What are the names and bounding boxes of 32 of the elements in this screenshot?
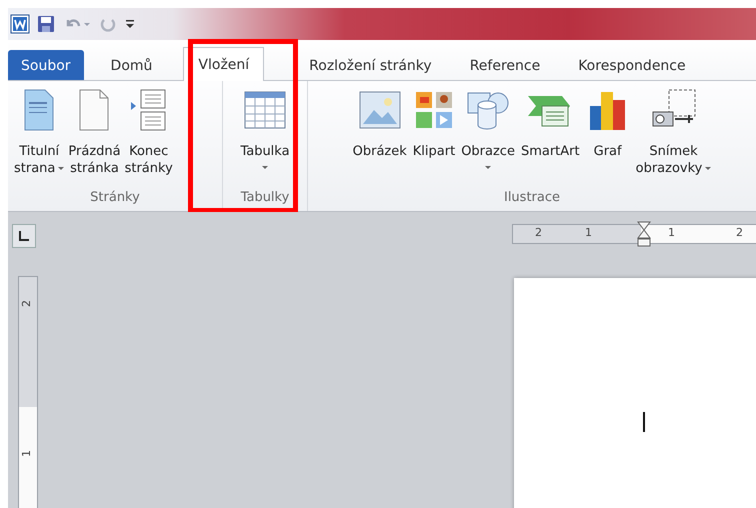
ribbon-tab[interactable]: Domů bbox=[94, 50, 170, 80]
ruler-number: 1 bbox=[20, 450, 33, 457]
tab-selector-icon[interactable] bbox=[12, 224, 36, 248]
ribbon-command[interactable]: Konec stránky bbox=[124, 87, 173, 190]
ribbon-command[interactable]: Obrazce bbox=[458, 87, 518, 190]
ruler-number: 1 bbox=[668, 226, 675, 239]
ribbon-tab[interactable]: Rozložení stránky bbox=[304, 50, 446, 80]
ribbon-command[interactable]: Klipart bbox=[410, 87, 458, 190]
cover-page-icon bbox=[22, 87, 56, 133]
ruler-number: 2 bbox=[535, 226, 542, 239]
ribbon-tab[interactable]: Soubor bbox=[8, 50, 84, 80]
ribbon-command[interactable]: Tabulka bbox=[238, 87, 292, 190]
ribbon-command[interactable]: Titulní strana bbox=[14, 87, 64, 190]
ruler-number: 2 bbox=[20, 300, 33, 307]
ribbon-command[interactable]: SmartArt bbox=[518, 87, 583, 190]
word-logo-icon[interactable] bbox=[10, 14, 30, 34]
group-label: Stránky bbox=[90, 190, 140, 207]
ribbon-command[interactable]: Graf bbox=[582, 87, 633, 190]
ribbon-tab[interactable]: Korespondence bbox=[564, 50, 700, 80]
ribbon-tab[interactable]: Vložení bbox=[183, 47, 264, 81]
blank-page-icon bbox=[77, 87, 112, 133]
ribbon-command[interactable]: Obrázek bbox=[350, 87, 410, 190]
ribbon-tab[interactable]: Reference bbox=[456, 50, 554, 80]
horizontal-ruler[interactable]: 2 1 1 2 bbox=[512, 224, 756, 244]
ribbon-command[interactable]: Prázdná stránka bbox=[68, 87, 121, 190]
group-label: Ilustrace bbox=[504, 190, 560, 207]
ruler-number: 1 bbox=[585, 226, 592, 239]
ribbon-command[interactable]: Snímek obrazovky bbox=[632, 87, 714, 190]
group-label: Tabulky bbox=[240, 190, 290, 207]
ruler-number: 2 bbox=[736, 226, 743, 239]
save-icon[interactable] bbox=[36, 14, 56, 34]
indent-marker-icon[interactable] bbox=[637, 221, 651, 247]
